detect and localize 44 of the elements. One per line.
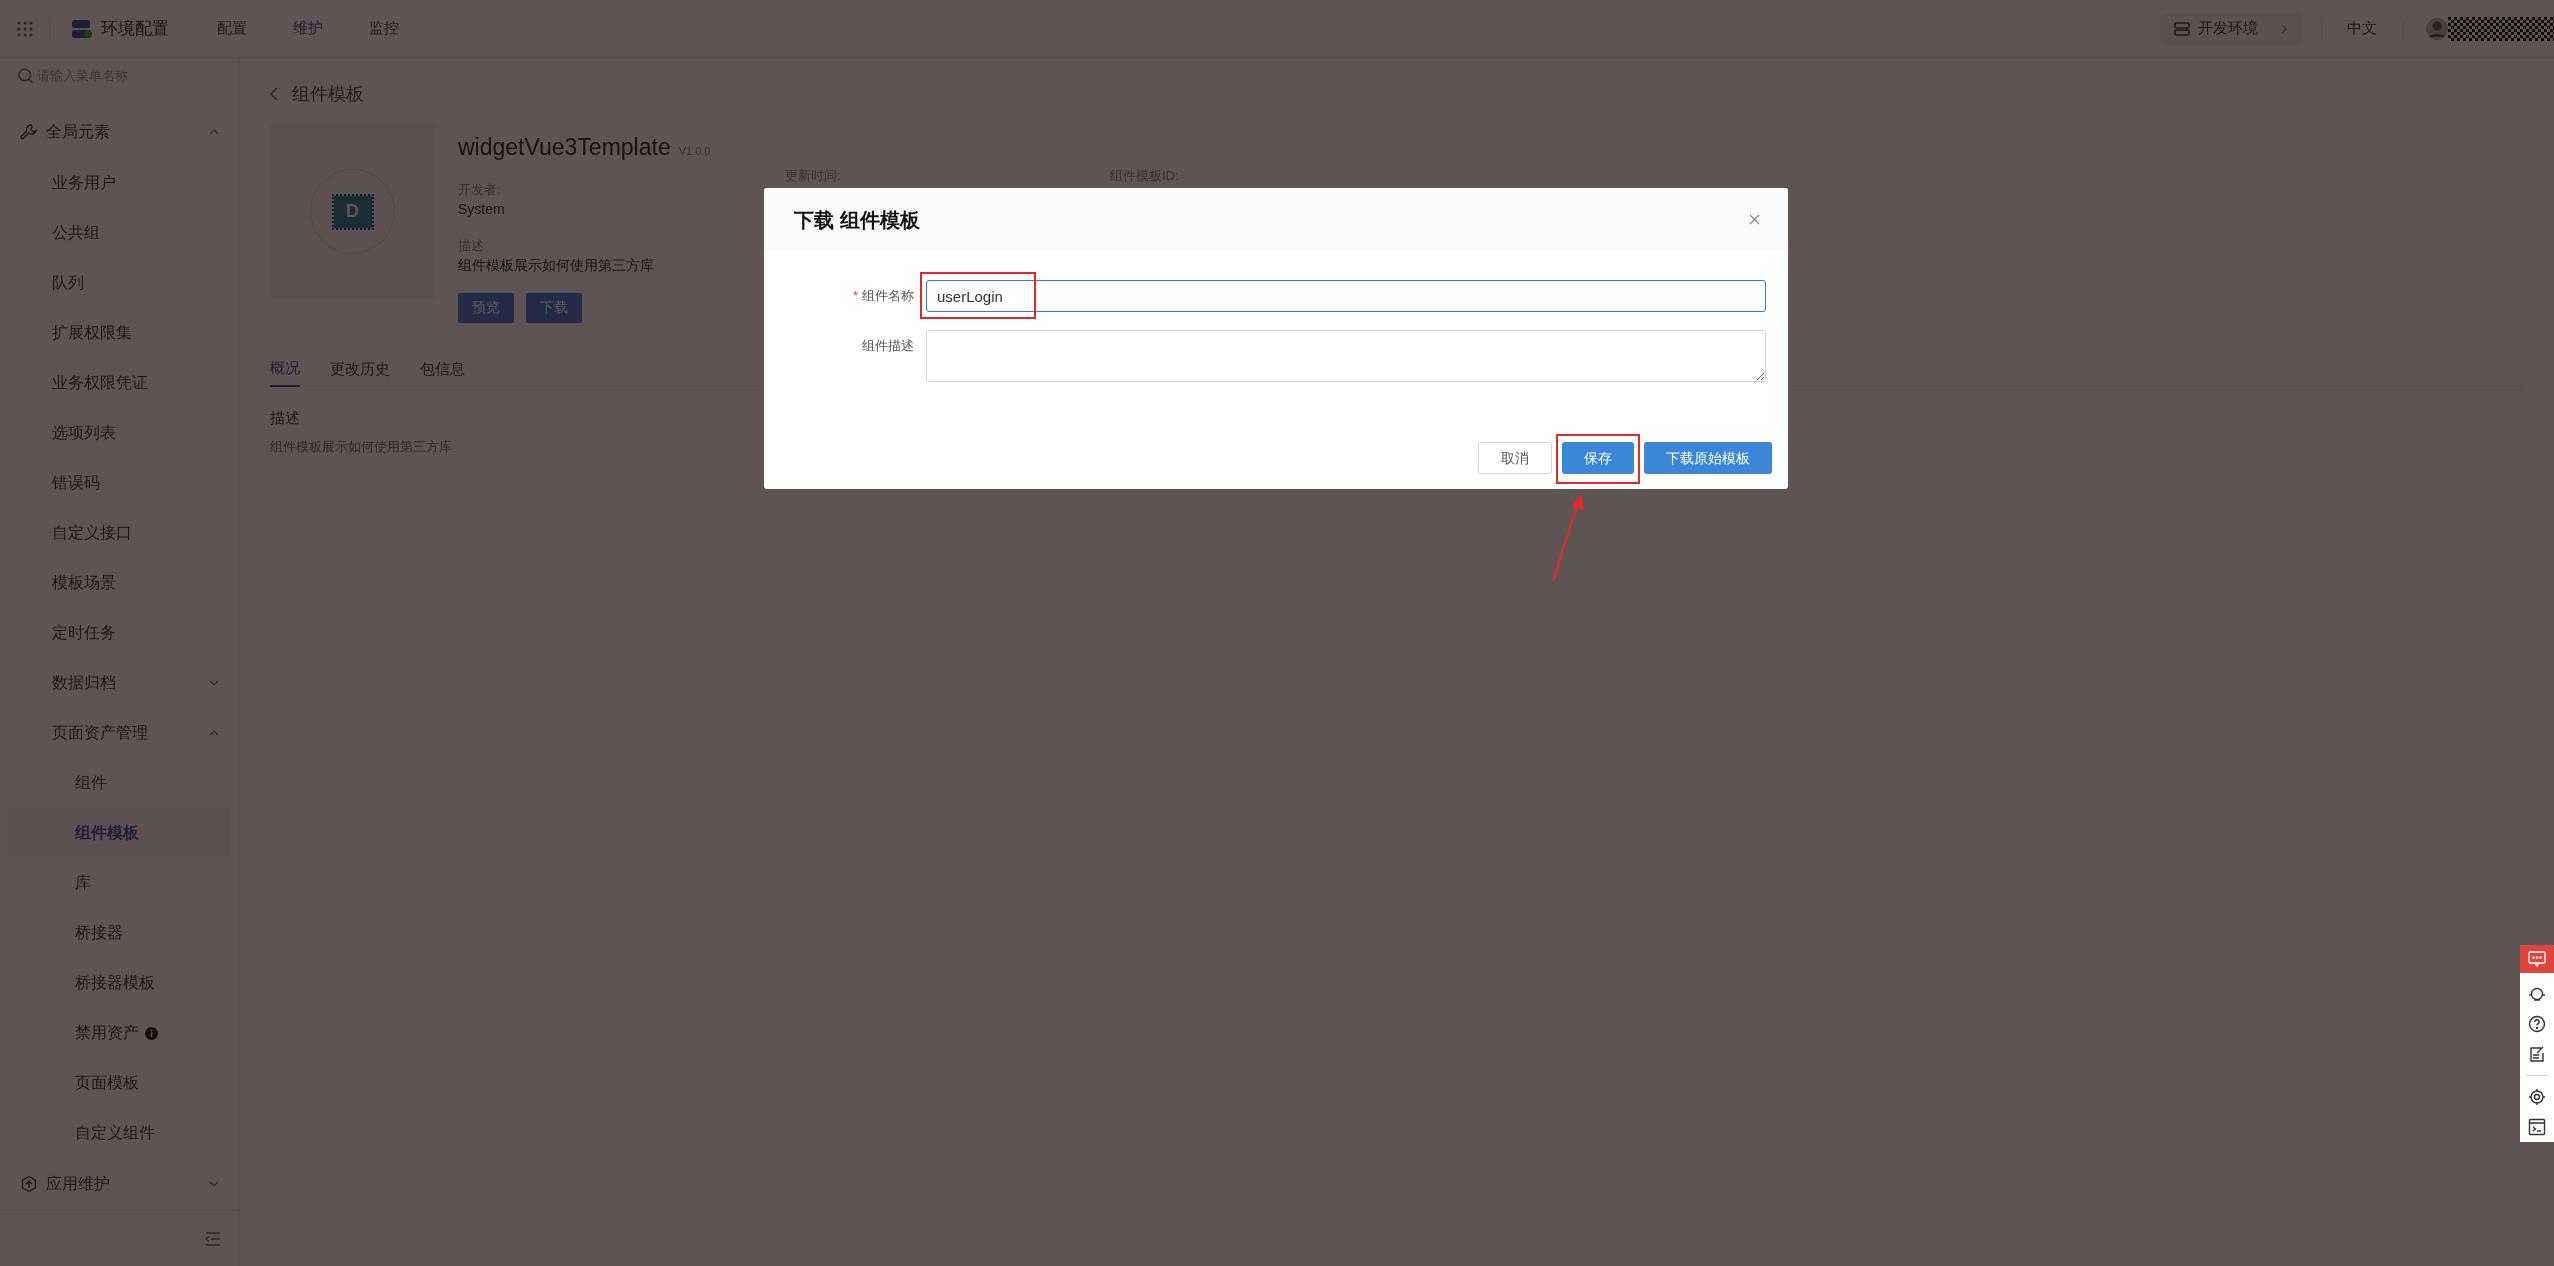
menu-item[interactable]: 页面资产管理 <box>8 708 231 759</box>
field-value: System <box>458 199 505 219</box>
target-icon[interactable] <box>2528 1088 2546 1106</box>
tab[interactable]: 包信息 <box>420 352 465 387</box>
field-label: * 组件名称 <box>852 287 914 305</box>
nav-tab[interactable]: 维护 <box>293 17 323 40</box>
menu-item[interactable]: 模板场景 <box>8 558 231 609</box>
app-title: 环境配置 <box>101 17 169 40</box>
menu-item[interactable]: 扩展权限集 <box>8 308 231 359</box>
menu-item[interactable]: 自定义组件 <box>8 1108 231 1159</box>
menu-group[interactable]: 应用维护 <box>8 1158 231 1211</box>
close-icon[interactable] <box>1749 214 1760 225</box>
menu-item[interactable]: 组件 <box>8 758 231 809</box>
menu-item[interactable]: 桥接器 <box>8 908 231 959</box>
dialog-button[interactable]: 保存 <box>1562 442 1634 474</box>
menu-item[interactable]: 库 <box>8 858 231 909</box>
edit-note-icon[interactable] <box>2528 1045 2546 1063</box>
tab[interactable]: 概况 <box>270 352 300 387</box>
menu-item[interactable]: 公共组 <box>8 208 231 259</box>
menu-item[interactable]: 页面模板 <box>8 1058 231 1109</box>
template-name: widgetVue3Template <box>458 133 671 162</box>
menu-group[interactable]: 全局元素 <box>8 106 231 159</box>
menu-item[interactable]: 禁用资产 <box>8 1008 231 1059</box>
menu-item[interactable]: 业务用户 <box>8 158 231 209</box>
chat-icon[interactable] <box>2520 945 2554 973</box>
menu-item[interactable]: 定时任务 <box>8 608 231 659</box>
menu-item[interactable]: 业务权限凭证 <box>8 358 231 409</box>
language-selector[interactable]: 中文 <box>2347 17 2377 40</box>
menu-item[interactable]: 自定义接口 <box>8 508 231 559</box>
menu-item[interactable]: 队列 <box>8 258 231 309</box>
section-title: 描述 <box>270 407 301 428</box>
menu-item[interactable]: 错误码 <box>8 458 231 509</box>
field-label: 组件描述 <box>862 337 914 355</box>
dialog-button[interactable]: 取消 <box>1478 442 1552 474</box>
help-icon[interactable] <box>2528 1015 2546 1033</box>
menu-item[interactable]: 数据归档 <box>8 658 231 709</box>
dialog-title: 下载 组件模板 <box>794 207 920 233</box>
menu-item[interactable]: 桥接器模板 <box>8 958 231 1009</box>
tab[interactable]: 更改历史 <box>330 352 390 387</box>
dialog-button[interactable]: 下载原始模板 <box>1644 442 1772 474</box>
terminal-icon[interactable] <box>2528 1118 2546 1136</box>
name-field[interactable]: userLogin <box>926 280 1766 312</box>
menu-item[interactable]: 选项列表 <box>8 408 231 459</box>
page-title: 组件模板 <box>292 82 364 106</box>
